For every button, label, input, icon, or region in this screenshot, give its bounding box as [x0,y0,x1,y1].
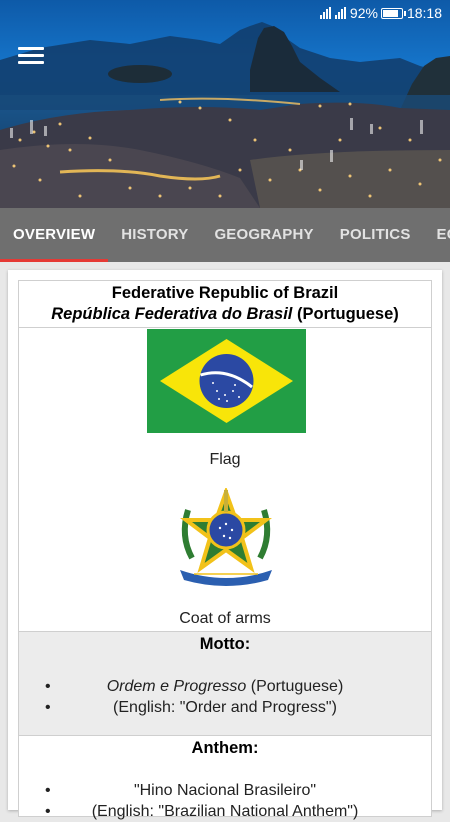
infobox-images: Flag Coat of arms [19,328,431,632]
flag-graphic [147,329,306,433]
motto-section: Motto: • Ordem e Progresso (Portuguese) •… [19,632,431,736]
bullet: • [45,782,51,799]
tab-geography[interactable]: GEOGRAPHY [201,208,326,262]
native-name-line: República Federativa do Brasil (Portugue… [23,304,427,325]
content-card: Federative Republic of Brazil República … [8,270,442,820]
tab-overview[interactable]: OVERVIEW [0,208,109,262]
tab-politics[interactable]: POLITICS [327,208,424,262]
tab-history[interactable]: HISTORY [108,208,201,262]
hamburger-menu-icon[interactable] [18,44,44,66]
tab-economy[interactable]: ECON [424,208,450,262]
native-name: República Federativa do Brasil [51,305,293,323]
native-language: (Portuguese) [297,305,399,323]
motto-heading: Motto: [199,635,251,653]
motto-rest: (Portuguese) [246,678,344,695]
country-name: Federative Republic of Brazil [111,284,339,302]
list-item: • (English: "Brazilian National Anthem") [19,801,431,822]
cell-signal-icon [334,7,346,19]
infobox-title: Federative Republic of Brazil República … [19,281,431,328]
brazil-flag-image[interactable] [147,329,306,433]
header-image [0,0,450,208]
anthem-list: • "Hino Nacional Brasileiro" • (English: "… [19,780,431,822]
list-item: • Ordem e Progresso (Portuguese) [19,676,431,697]
country-infobox: Federative Republic of Brazil República … [18,280,432,820]
bullet: • [45,699,51,716]
list-item: • "Hino Nacional Brasileiro" [19,780,431,801]
bullet: • [45,678,51,695]
anthem-name[interactable]: "Hino Nacional Brasileiro" [134,782,316,799]
anthem-heading: Anthem: [191,739,259,757]
battery-icon [380,7,406,19]
status-bar: 92% 18:18 [0,0,450,26]
bullet: • [45,803,51,820]
motto-list: • Ordem e Progresso (Portuguese) • (Englis… [19,676,431,718]
list-item: • (English: "Order and Progress") [19,697,431,718]
section-tabs: OVERVIEW HISTORY GEOGRAPHY POLITICS ECON [0,208,450,262]
city-skyline-illustration [0,22,450,208]
motto-italic: Ordem e Progresso [106,678,247,695]
motto-translation: (English: "Order and Progress") [113,699,337,716]
flag-caption: Flag [209,451,241,468]
coat-of-arms-graphic [180,486,272,586]
anthem-section: Anthem: • "Hino Nacional Brasileiro" • (En… [19,736,431,820]
wifi-signal-icon [319,7,331,19]
clock: 18:18 [406,5,442,21]
coat-of-arms-image[interactable] [174,486,278,592]
coat-of-arms-caption: Coat of arms [179,610,271,627]
battery-percentage: 92% [349,5,378,21]
anthem-translation: (English: "Brazilian National Anthem") [91,803,359,820]
